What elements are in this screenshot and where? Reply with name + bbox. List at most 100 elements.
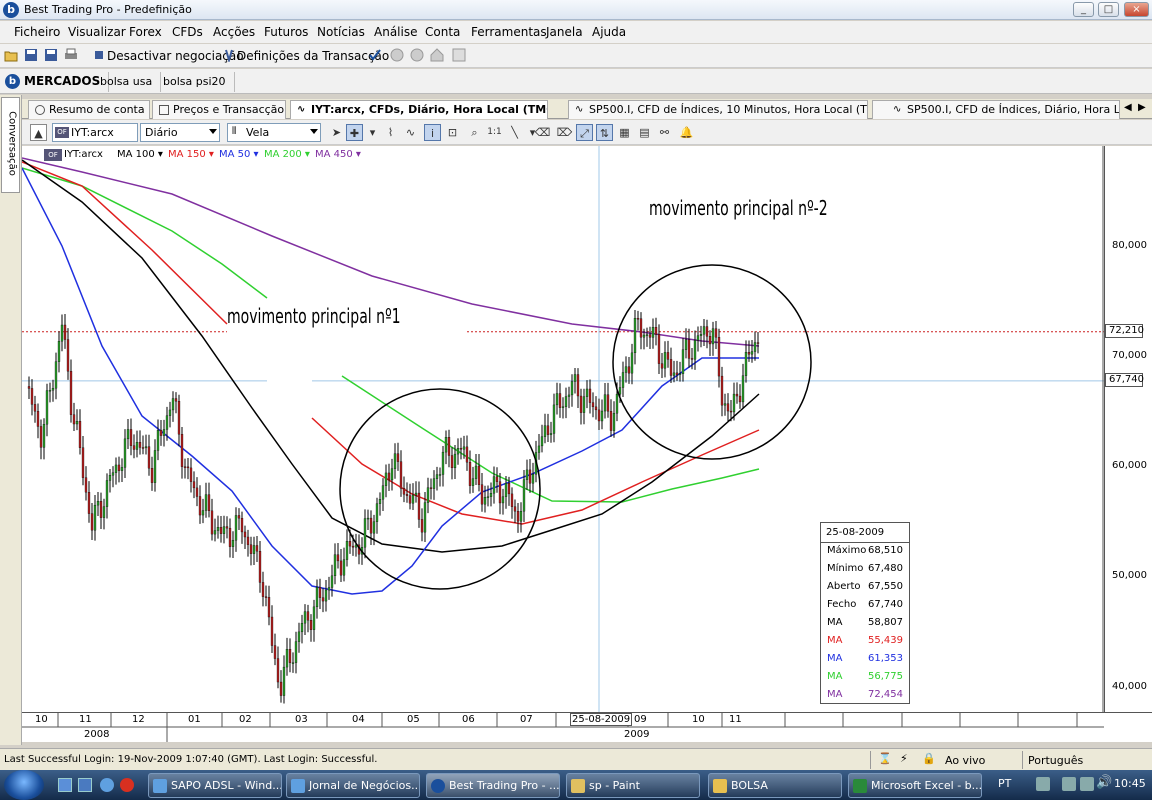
- menu-visualizar[interactable]: Visualizar: [68, 25, 126, 39]
- tab-prices-transaction[interactable]: Preços e Transacção: [152, 100, 286, 119]
- conversation-side-tab[interactable]: Conversação: [1, 97, 20, 193]
- menu-forex[interactable]: Forex: [129, 25, 162, 39]
- collapse-up-button[interactable]: ▲: [30, 124, 47, 141]
- time-axis[interactable]: 10 11 12 01 02 03 04 05 06 07 25-08-2009…: [22, 712, 1152, 742]
- market-tab-bolsa-psi20[interactable]: bolsa psi20: [155, 72, 235, 92]
- tab-iyt-chart[interactable]: ∿ IYT:arcx, CFDs, Diário, Hora Local (TM…: [290, 100, 548, 119]
- symbol-field[interactable]: OF IYT:arcx: [52, 123, 138, 142]
- candle-body: [222, 526, 226, 534]
- symbol-badge-icon: OF: [55, 127, 69, 138]
- menu-conta[interactable]: Conta: [425, 25, 460, 39]
- annotation-main-move-1[interactable]: movimento principal nº1: [227, 304, 401, 328]
- tab-account-summary[interactable]: Resumo de conta: [28, 100, 150, 119]
- tab-sp500-daily[interactable]: ∿ SP500.I, CFD de Índices, Diário, Hora …: [872, 100, 1120, 119]
- forward-icon[interactable]: [410, 48, 424, 62]
- save-icon[interactable]: [24, 48, 38, 62]
- menu-cfds[interactable]: CFDs: [172, 25, 203, 39]
- tray-monitor-icon[interactable]: [1062, 777, 1076, 791]
- close-button[interactable]: ×: [1124, 2, 1149, 17]
- maximize-button[interactable]: □: [1098, 2, 1119, 17]
- price-chart[interactable]: OF IYT:arcx MA 100 ▾ MA 150 ▾ MA 50 ▾ MA…: [22, 146, 1104, 712]
- print-icon[interactable]: [64, 48, 78, 62]
- info-row-key: Mínimo: [827, 563, 864, 574]
- transaction-settings-icon[interactable]: [222, 48, 236, 62]
- zoom-in-icon[interactable]: ⌕: [466, 124, 483, 141]
- zoom-box-icon[interactable]: ⊡: [444, 124, 461, 141]
- indicators-icon[interactable]: ⌇: [382, 124, 399, 141]
- minimize-button[interactable]: _: [1073, 2, 1094, 17]
- check-icon[interactable]: [368, 48, 382, 62]
- refresh-icon[interactable]: [452, 48, 466, 62]
- autoscale-icon[interactable]: ⤢: [576, 124, 593, 141]
- home-icon[interactable]: [430, 48, 444, 62]
- menu-ficheiro[interactable]: Ficheiro: [14, 25, 60, 39]
- info-row: MA 56,775: [827, 671, 907, 687]
- menu-ferramentas[interactable]: Ferramentas: [471, 25, 547, 39]
- task-bolsa[interactable]: BOLSA: [708, 773, 842, 798]
- input-language-indicator[interactable]: PT: [998, 777, 1011, 790]
- show-desktop-icon[interactable]: [58, 778, 72, 792]
- legend-badge-icon: OF: [44, 149, 62, 161]
- quick-launch-icon[interactable]: [78, 778, 92, 792]
- candle-body: [228, 527, 232, 547]
- task-sapo[interactable]: SAPO ADSL - Wind...: [148, 773, 282, 798]
- back-icon[interactable]: [390, 48, 404, 62]
- market-tab-bolsa-usa[interactable]: bolsa usa: [92, 72, 162, 92]
- menu-ajuda[interactable]: Ajuda: [592, 25, 626, 39]
- tabs-scroll-left-button[interactable]: ◀: [1124, 102, 1132, 113]
- legend-ma-450[interactable]: MA 450 ▾: [315, 149, 361, 160]
- task-jornal[interactable]: Jornal de Negócios...: [286, 773, 420, 798]
- arrange-icon[interactable]: ⇅: [596, 124, 613, 141]
- task-excel[interactable]: Microsoft Excel - b...: [848, 773, 982, 798]
- clock[interactable]: 10:45: [1114, 777, 1146, 790]
- alert-bell-icon[interactable]: 🔔: [678, 124, 695, 141]
- legend-symbol[interactable]: IYT:arcx: [64, 149, 103, 160]
- chart-style-select[interactable]: ⫴ Vela: [227, 123, 321, 142]
- tray-volume-icon[interactable]: 🔊: [1096, 775, 1112, 790]
- menu-janela[interactable]: Janela: [546, 25, 583, 39]
- open-folder-icon[interactable]: [4, 48, 18, 62]
- studies-icon[interactable]: ∿: [402, 124, 419, 141]
- legend-ma-150[interactable]: MA 150 ▾: [168, 149, 214, 160]
- legend-ma-100[interactable]: MA 100 ▾: [117, 149, 163, 160]
- candle-body: [480, 484, 484, 505]
- transaction-settings-button[interactable]: Definições da Transacção: [237, 49, 389, 63]
- browser-quick-icon[interactable]: [100, 778, 114, 792]
- candle-body: [99, 501, 103, 518]
- price-axis[interactable]: 80,000 70,000 60,000 50,000 40,000 72,21…: [1104, 146, 1152, 712]
- tray-network-icon[interactable]: [1036, 777, 1050, 791]
- menu-analise[interactable]: Análise: [374, 25, 417, 39]
- menu-noticias[interactable]: Notícias: [317, 25, 365, 39]
- erase-all-icon[interactable]: ⌦: [556, 124, 573, 141]
- annotation-main-move-2[interactable]: movimento principal nº-2: [649, 196, 828, 220]
- start-button[interactable]: [4, 770, 44, 800]
- task-paint[interactable]: sp - Paint: [566, 773, 700, 798]
- layout-icon[interactable]: ▦: [616, 124, 633, 141]
- save-all-icon[interactable]: [44, 48, 58, 62]
- tray-security-icon[interactable]: [1080, 777, 1094, 791]
- candle-body: [162, 429, 166, 436]
- dropdown-icon[interactable]: ▾: [364, 124, 381, 141]
- zoom-1-to-1-icon[interactable]: 1:1: [486, 124, 503, 141]
- legend-ma-200[interactable]: MA 200 ▾: [264, 149, 310, 160]
- media-quick-icon[interactable]: [120, 778, 134, 792]
- eraser-icon[interactable]: ⌫: [534, 124, 551, 141]
- task-best-trading[interactable]: Best Trading Pro - ...: [426, 773, 560, 798]
- menu-accoes[interactable]: Acções: [213, 25, 255, 39]
- tabs-scroll-right-button[interactable]: ▶: [1138, 102, 1146, 113]
- link-icon[interactable]: ⚯: [656, 124, 673, 141]
- crosshair-icon[interactable]: ✚: [346, 124, 363, 141]
- template-icon[interactable]: ▤: [636, 124, 653, 141]
- candle-body: [573, 374, 577, 382]
- candle-body: [528, 469, 532, 484]
- legend-ma-50[interactable]: MA 50 ▾: [219, 149, 259, 160]
- menu-futuros[interactable]: Futuros: [264, 25, 308, 39]
- deactivate-trading-icon[interactable]: [92, 48, 106, 62]
- tab-sp500-10min[interactable]: ∿ SP500.I, CFD de Índices, 10 Minutos, H…: [568, 100, 868, 119]
- period-select[interactable]: Diário: [140, 123, 220, 142]
- info-icon[interactable]: i: [424, 124, 441, 141]
- language-label[interactable]: Português: [1028, 754, 1083, 767]
- cursor-icon[interactable]: ➤: [328, 124, 345, 141]
- chart-toolbar: ▲ OF IYT:arcx Diário ⫴ Vela ➤ ✚ ▾ ⌇ ∿ i …: [22, 120, 1152, 145]
- line-tool-icon[interactable]: ╲: [506, 124, 523, 141]
